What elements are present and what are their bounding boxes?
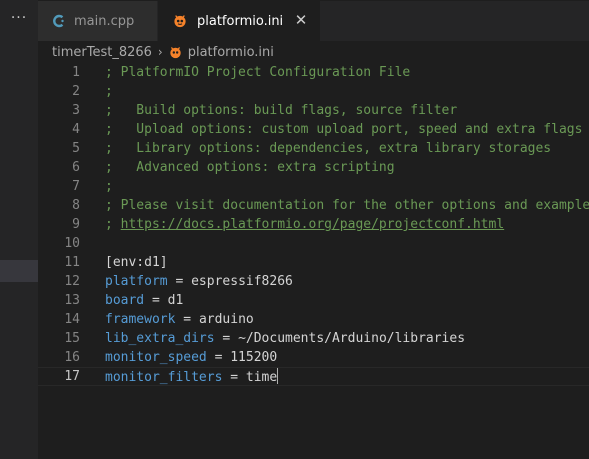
assign-operator: = xyxy=(175,312,199,327)
code-line[interactable]: 6 ; Advanced options: extra scripting xyxy=(38,158,589,177)
cpp-icon xyxy=(52,14,66,28)
vscode-window: ··· main.cpp platformio.ini ✕ timerTest_… xyxy=(0,0,589,459)
editor-group: main.cpp platformio.ini ✕ timerTest_8266 xyxy=(38,0,589,459)
code-line[interactable]: 2; xyxy=(38,82,589,101)
chevron-right-icon: › xyxy=(157,45,163,59)
config-key: framework xyxy=(105,312,176,327)
comment-text: ; xyxy=(105,84,113,99)
assign-operator: = xyxy=(206,350,231,365)
line-number: 6 xyxy=(72,160,80,175)
line-content: ; xyxy=(105,82,113,101)
assign-operator: = xyxy=(222,370,246,385)
line-number: 17 xyxy=(64,369,80,384)
config-value: 115200 xyxy=(230,350,278,365)
code-line[interactable]: 4 ; Upload options: custom upload port, s… xyxy=(38,120,589,139)
line-content: ; Library options: dependencies, extra l… xyxy=(105,139,551,158)
code-line[interactable]: 15 lib_extra_dirs = ~/Documents/Arduino/l… xyxy=(38,329,589,348)
comment-text: ; Please visit documentation for the oth… xyxy=(105,198,589,213)
platformio-icon xyxy=(169,46,182,59)
line-content: platform = espressif8266 xyxy=(105,272,293,291)
line-number: 7 xyxy=(72,179,80,194)
comment-text: ; Library options: dependencies, extra l… xyxy=(105,141,552,156)
tab-bar: main.cpp platformio.ini ✕ xyxy=(38,1,589,41)
line-content: lib_extra_dirs = ~/Documents/Arduino/lib… xyxy=(105,329,465,348)
line-number: 4 xyxy=(72,122,80,137)
code-line[interactable]: 11 [env:d1] xyxy=(38,253,589,272)
assign-operator: = xyxy=(144,293,168,308)
config-value: d1 xyxy=(167,293,184,308)
code-line[interactable]: 13 board = d1 xyxy=(38,291,589,310)
line-number: 15 xyxy=(64,331,80,346)
line-number: 2 xyxy=(72,84,80,99)
text-cursor xyxy=(277,368,279,384)
code-line[interactable]: 1 ; PlatformIO Project Configuration File xyxy=(38,63,589,82)
code-line[interactable]: 8 ; Please visit documentation for the ot… xyxy=(38,196,589,215)
assign-operator: = xyxy=(214,331,239,346)
line-number: 5 xyxy=(72,141,80,156)
line-number: 9 xyxy=(72,217,80,232)
breadcrumb-folder[interactable]: timerTest_8266 xyxy=(52,45,152,60)
code-line[interactable]: 10 xyxy=(38,234,589,253)
tab-main-cpp[interactable]: main.cpp xyxy=(38,1,158,41)
comment-text: ; Build options: build flags, source fil… xyxy=(105,103,458,118)
line-number: 11 xyxy=(64,255,80,270)
assign-operator: = xyxy=(167,274,192,289)
explorer-sidebar: ··· xyxy=(0,0,38,459)
section-header: [env:d1] xyxy=(105,255,168,270)
tab-platformio-ini[interactable]: platformio.ini ✕ xyxy=(158,1,320,41)
line-content: ; PlatformIO Project Configuration File xyxy=(105,63,410,82)
explorer-selected-item[interactable] xyxy=(0,260,38,282)
code-line[interactable]: 9; https://docs.platformio.org/page/proj… xyxy=(38,215,589,234)
line-content: [env:d1] xyxy=(105,253,168,272)
line-content: ; https://docs.platformio.org/page/proje… xyxy=(105,215,504,234)
line-number: 1 xyxy=(72,65,80,80)
config-value: time xyxy=(245,370,278,385)
close-icon[interactable]: ✕ xyxy=(294,13,308,28)
more-actions-button[interactable]: ··· xyxy=(0,8,38,32)
line-number: 3 xyxy=(72,103,80,118)
code-line[interactable]: 7; xyxy=(38,177,589,196)
tab-label: platformio.ini xyxy=(197,13,284,29)
line-content: ; Upload options: custom upload port, sp… xyxy=(105,120,582,139)
line-number: 10 xyxy=(64,236,80,251)
breadcrumb: timerTest_8266 › platformio.ini xyxy=(38,41,589,63)
config-key: platform xyxy=(105,274,168,289)
code-line[interactable]: 5 ; Library options: dependencies, extra … xyxy=(38,139,589,158)
platformio-icon xyxy=(173,14,187,28)
config-key: board xyxy=(105,293,145,308)
code-line[interactable]: 3 ; Build options: build flags, source fi… xyxy=(38,101,589,120)
line-content: ; Please visit documentation for the oth… xyxy=(105,196,589,215)
comment-text: ; xyxy=(105,179,113,194)
comment-text: ; PlatformIO Project Configuration File xyxy=(105,65,411,80)
config-key: monitor_filters xyxy=(105,370,223,385)
line-number: 14 xyxy=(64,312,80,327)
line-number: 12 xyxy=(64,274,80,289)
line-content: monitor_filters = time xyxy=(105,368,279,386)
code-line[interactable]: 17 monitor_filters = time xyxy=(38,367,589,386)
config-key: lib_extra_dirs xyxy=(105,331,215,346)
docs-link[interactable]: https://docs.platformio.org/page/project… xyxy=(121,217,505,232)
line-content: ; Advanced options: extra scripting xyxy=(105,158,395,177)
line-content: ; xyxy=(105,177,113,196)
comment-text: ; Advanced options: extra scripting xyxy=(105,160,395,175)
code-line[interactable]: 14 framework = arduino xyxy=(38,310,589,329)
line-content: ; Build options: build flags, source fil… xyxy=(105,101,457,120)
line-number: 8 xyxy=(72,198,80,213)
code-line[interactable]: 16 monitor_speed = 115200 xyxy=(38,348,589,367)
line-content: framework = arduino xyxy=(105,310,254,329)
line-content: monitor_speed = 115200 xyxy=(105,348,277,367)
comment-text: ; Upload options: custom upload port, sp… xyxy=(105,122,583,137)
line-number: 16 xyxy=(64,350,80,365)
config-key: monitor_speed xyxy=(105,350,207,365)
line-number: 13 xyxy=(64,293,80,308)
breadcrumb-file[interactable]: platformio.ini xyxy=(188,45,274,60)
config-value: espressif8266 xyxy=(191,274,293,289)
code-editor[interactable]: 1 ; PlatformIO Project Configuration File… xyxy=(38,63,589,459)
config-value: arduino xyxy=(198,312,254,327)
line-content: board = d1 xyxy=(105,291,183,310)
comment-prefix: ; xyxy=(105,217,121,232)
tab-label: main.cpp xyxy=(74,13,135,29)
config-value: ~/Documents/Arduino/libraries xyxy=(238,331,466,346)
code-line[interactable]: 12 platform = espressif8266 xyxy=(38,272,589,291)
